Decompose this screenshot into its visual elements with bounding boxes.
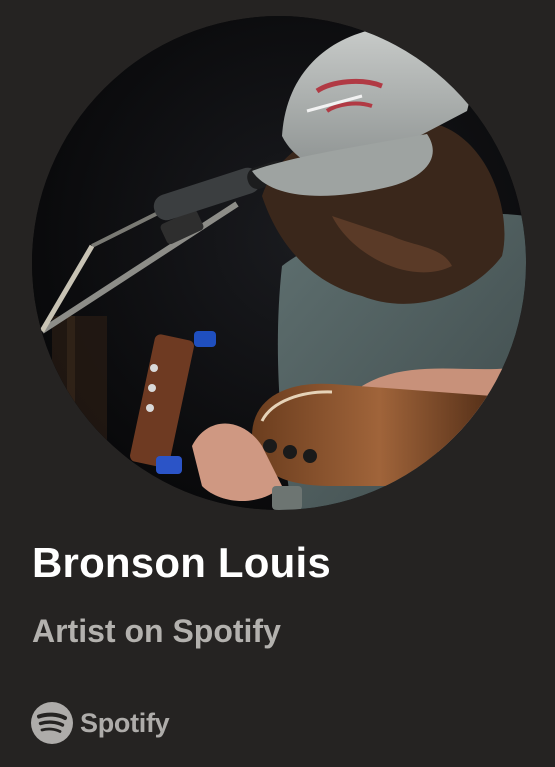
artist-subtitle: Artist on Spotify [32, 613, 281, 649]
artist-name[interactable]: Bronson Louis [32, 539, 331, 586]
artist-share-card: Bronson Louis Artist on Spotify Spotify [0, 0, 555, 767]
spotify-wordmark: Spotify [80, 707, 170, 738]
spotify-logo-icon [31, 702, 73, 744]
artist-avatar[interactable] [32, 16, 526, 510]
artist-photo [32, 16, 526, 510]
spotify-brand-link[interactable]: Spotify [30, 701, 170, 745]
